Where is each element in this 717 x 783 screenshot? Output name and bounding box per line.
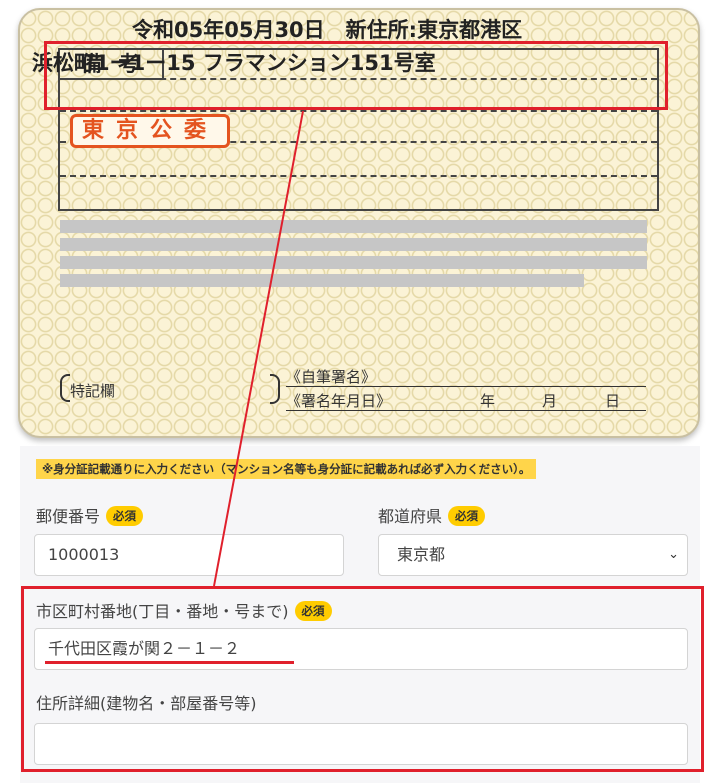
annotation-box-address-fields (21, 586, 704, 772)
prefecture-label: 都道府県 必須 (378, 503, 486, 527)
redacted-line (60, 220, 647, 233)
postal-code-input[interactable]: 1000013 (34, 534, 344, 576)
redacted-line (60, 256, 647, 269)
prefecture-select[interactable]: 東京都 ⌄ (378, 534, 688, 576)
redacted-line (60, 238, 647, 251)
police-stamp: 東京公委 (70, 114, 230, 148)
redacted-line (60, 274, 584, 287)
signature-date-label: 《署名年月日》 (286, 392, 392, 410)
month-label: 月 (542, 392, 558, 410)
signature-label: 《自筆署名》 (286, 368, 377, 386)
annotation-box-card-remarks (44, 41, 668, 110)
bracket-left (60, 374, 70, 402)
input-notice: ※身分証記載通りに入力ください（マンション名等も身分証に記載あれば必ず入力くださ… (36, 459, 537, 479)
bracket-right (270, 374, 280, 404)
required-badge: 必須 (106, 506, 144, 526)
postal-code-label: 郵便番号 必須 (36, 503, 144, 527)
remarks-date-address: 令和05年05月30日 新住所:東京都港区 (132, 18, 523, 42)
year-label: 年 (480, 392, 496, 410)
chevron-down-icon: ⌄ (668, 547, 679, 562)
required-badge: 必須 (448, 506, 486, 526)
annotation-underline (45, 661, 294, 664)
special-notes-label: 特記欄 (70, 382, 116, 400)
day-label: 日 (605, 392, 621, 410)
